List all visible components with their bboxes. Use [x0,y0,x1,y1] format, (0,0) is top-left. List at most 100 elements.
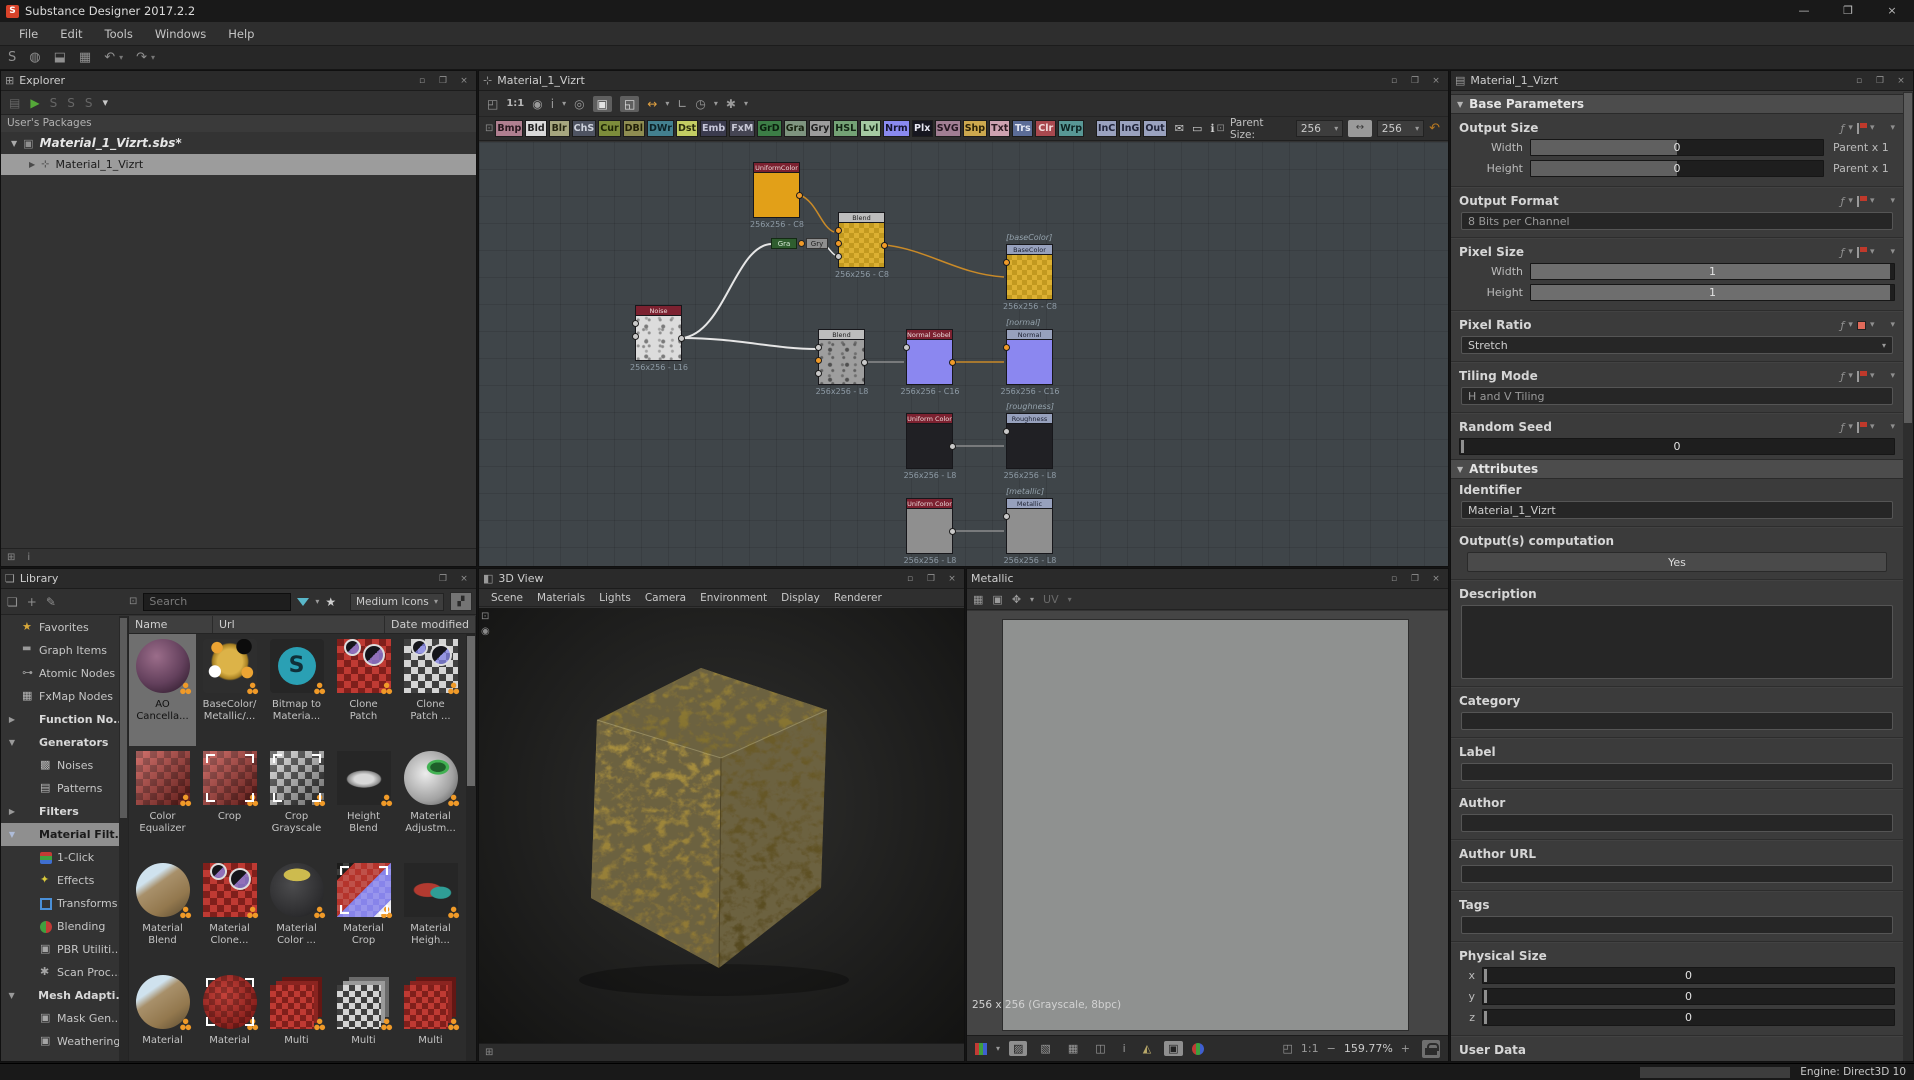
library-category[interactable]: Atomic Nodes [1,662,128,685]
filter-caret-icon[interactable]: ▾ [315,597,319,606]
random-seed-slider[interactable]: 0 [1459,438,1895,455]
connection-icon[interactable]: ↔ [647,97,657,111]
close-icon[interactable]: × [1428,76,1444,86]
grid-column-header[interactable]: Url [213,616,385,633]
input-port[interactable] [815,370,822,377]
save-all-icon[interactable]: ▦ [79,50,91,65]
output-port[interactable] [881,242,888,249]
library-item[interactable]: MaterialAdjustm... [397,746,464,858]
graph-node[interactable]: [normal] Normal 256x256 - C16 [1006,329,1053,385]
library-item[interactable]: Multi [263,970,330,1061]
resize-mode-icon[interactable]: ◱ [620,96,639,112]
input-port[interactable] [1003,259,1010,266]
graph-node[interactable]: Blend 256x256 - L8 [818,329,865,385]
view3d-menu-item[interactable]: Environment [694,592,773,604]
pin-comment-icon[interactable]: ℹ [1210,122,1214,135]
node-type-button[interactable]: Shp [963,120,987,137]
reset-size-icon[interactable]: ↶ [1429,121,1440,136]
library-category[interactable]: Scan Proc... [1,961,128,984]
view3d-menu-item[interactable]: Materials [531,592,591,604]
package-row[interactable]: ▼ ▣ Material_1_Vizrt.sbs* [1,132,476,154]
grid-column-header[interactable]: Date modified [385,616,476,633]
node-type-button[interactable]: HSL [833,120,858,137]
author-url-field[interactable] [1461,865,1893,883]
node-type-button[interactable]: ChS [572,120,597,137]
float-icon[interactable]: ❐ [1407,76,1423,86]
info-icon[interactable]: i [27,552,30,563]
close-icon[interactable]: × [944,574,960,584]
graph-node[interactable]: UniformColor 256x256 - C8 [753,162,800,218]
categories-scrollbar[interactable] [119,616,128,1061]
io-node-button[interactable]: InC [1096,120,1117,137]
external-search-icon[interactable]: ⊡ [129,596,137,607]
filter-rgb-button[interactable]: ▣ [1164,1041,1182,1056]
output-format-field[interactable]: 8 Bits per Channel [1461,212,1893,230]
gradient-button[interactable]: ▧ [1036,1041,1054,1056]
new-folder-icon[interactable]: ❏ [7,595,18,609]
label-field[interactable] [1461,763,1893,781]
physical-y-slider[interactable]: 0 [1482,988,1895,1005]
function-icon[interactable]: ƒ [1841,122,1845,135]
library-item[interactable]: HeightBlend [330,746,397,858]
undo-icon[interactable]: ↶ [104,50,115,65]
collapse-arrow-icon[interactable]: ▶ [29,160,35,169]
node-type-button[interactable]: Bld [525,120,546,137]
outputs-computation-button[interactable]: Yes [1467,552,1887,572]
output-port[interactable] [796,192,803,199]
node-type-button[interactable]: Plx [912,120,933,137]
input-port[interactable] [815,344,822,351]
settings-gear-icon[interactable]: ✱ [726,97,736,111]
zoom-icon[interactable]: ◎ [574,97,584,111]
uv-label[interactable]: UV [1043,593,1059,606]
library-category[interactable]: FxMap Nodes [1,685,128,708]
library-item[interactable]: MaterialColor ... [263,858,330,970]
info-icon[interactable]: i [551,97,554,111]
pixel-height-slider[interactable]: 1 [1530,284,1895,301]
float-icon[interactable]: ❐ [923,574,939,584]
grid-scrollbar[interactable] [466,634,476,1061]
minimize-button[interactable]: — [1782,0,1826,22]
library-category[interactable]: ▼ Generators [1,731,128,754]
pixel-ratio-dropdown[interactable]: Stretch▾ [1461,336,1893,354]
node-type-button[interactable]: Gry [809,120,832,137]
node-type-button[interactable]: Cur [598,120,620,137]
node-type-button[interactable]: Dst [676,120,698,137]
library-item[interactable]: BaseColor/Metallic/... [196,634,263,746]
library-category[interactable]: Mask Gen... [1,1007,128,1030]
view2d-canvas[interactable]: 256 x 256 (Grayscale, 8bpc) [967,611,1448,1035]
input-port[interactable] [1003,428,1010,435]
tiling-mode-field[interactable]: H and V Tiling [1461,387,1893,405]
view3d-menu-item[interactable]: Lights [593,592,637,604]
lock-icon[interactable] [1422,1040,1440,1058]
search-input[interactable] [143,593,291,611]
library-category[interactable]: Effects [1,869,128,892]
node-type-button[interactable]: DWr [647,120,674,137]
library-category[interactable]: Transforms [1,892,128,915]
view3d-menu-item[interactable]: Scene [485,592,529,604]
node-type-button[interactable]: Wrp [1058,120,1084,137]
identifier-field[interactable]: Material_1_Vizrt [1461,501,1893,519]
io-node-button[interactable]: Out [1143,120,1166,137]
library-item[interactable]: MaterialBlend [129,858,196,970]
library-item[interactable]: Multi [330,970,397,1061]
grid-icon[interactable]: ▦ [973,593,983,606]
close-icon[interactable]: × [1428,574,1444,584]
favorites-star-icon[interactable]: ★ [325,595,336,609]
node-type-button[interactable]: Lvl [860,120,881,137]
graph-node[interactable]: Uniform Color 256x256 - L8 [906,498,953,554]
input-port[interactable] [903,344,910,351]
view3d-menu-item[interactable]: Camera [639,592,692,604]
library-category[interactable]: Graph Items [1,639,128,662]
menu-item[interactable]: Tools [94,27,144,41]
graph-canvas[interactable]: Gra Gry UniformColor 256x256 - C8 [479,142,1448,566]
node-type-button[interactable]: GrD [757,120,781,137]
transform-caret-icon[interactable]: ▾ [1030,595,1034,604]
pixel-width-slider[interactable]: 1 [1530,263,1895,280]
library-item[interactable]: Crop [196,746,263,858]
parent-width-dropdown[interactable]: 256▾ [1296,120,1343,137]
grid-toggle-button[interactable]: ▦ [1064,1041,1082,1056]
zoom-out-icon[interactable]: − [1327,1042,1336,1055]
view3d-menu-item[interactable]: Display [775,592,826,604]
input-port[interactable] [835,253,842,260]
menu-item[interactable]: File [8,27,49,41]
